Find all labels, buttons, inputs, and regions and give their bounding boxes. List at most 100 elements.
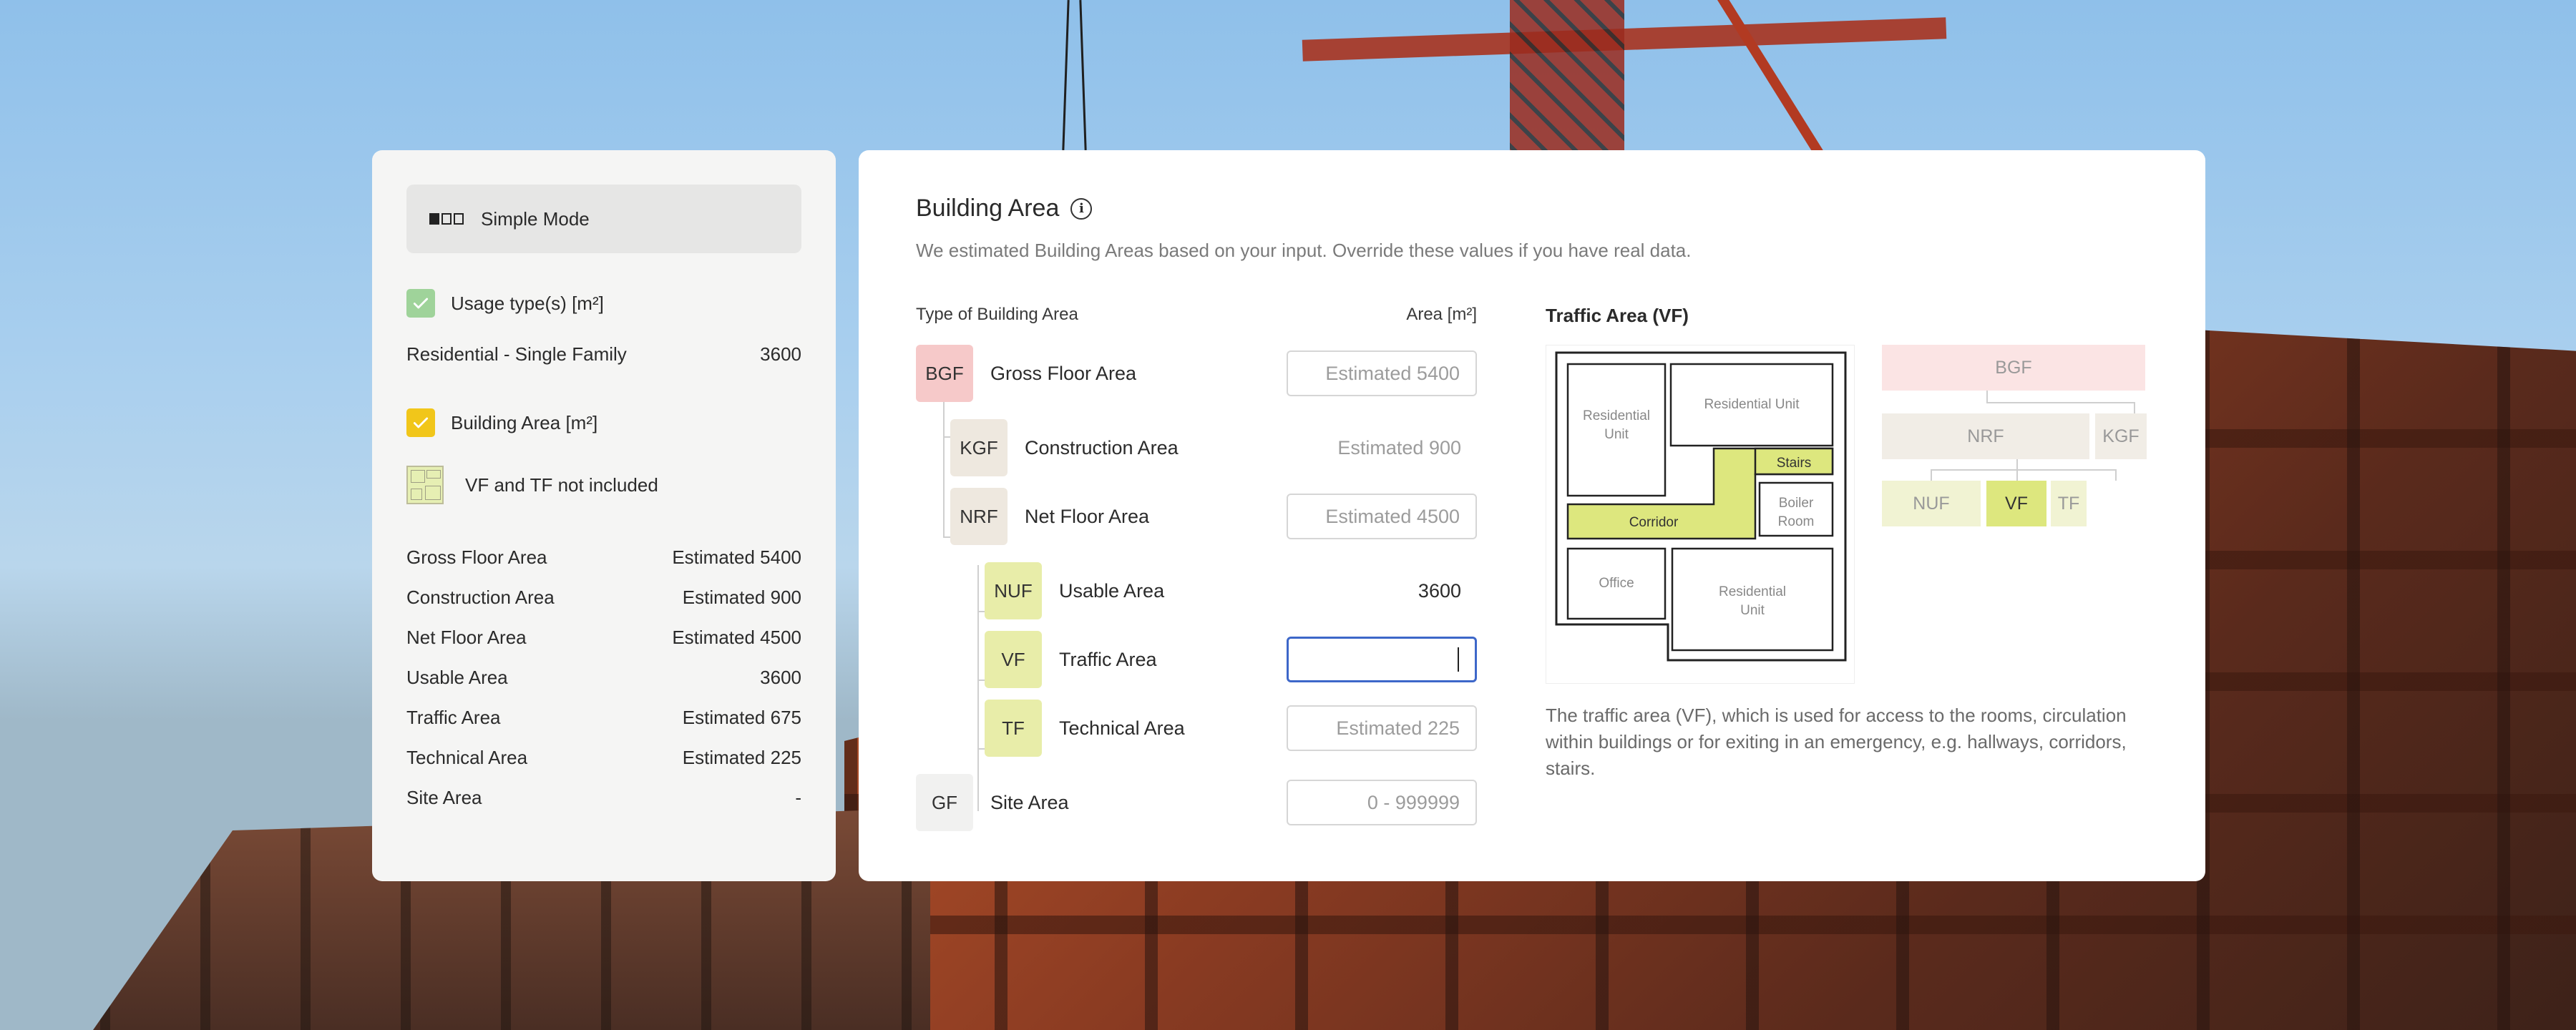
summary-label: Technical Area [406,746,528,768]
table-header: Type of Building Area Area [m²] [916,305,1477,333]
hier-connector [1986,402,2134,403]
room-residential-unit-bottom [1671,547,1834,652]
row-net-floor-area: NRF Net Floor Area [950,488,1149,545]
usage-check-icon[interactable] [406,289,435,318]
hier-connector [1931,469,1932,481]
site-area-input[interactable]: 0 - 999999 [1287,780,1477,825]
gross-floor-area-input[interactable]: Estimated 5400 [1287,350,1477,396]
row-gross-floor-area: BGF Gross Floor Area [916,345,1136,402]
building-section-header[interactable]: Building Area [m²] [406,408,801,437]
summary-value: Estimated 900 [682,586,801,608]
hier-bgf: BGF [1882,345,2145,391]
hier-tf: TF [2051,481,2087,526]
net-floor-area-input[interactable]: Estimated 4500 [1287,494,1477,539]
tag-tf: TF [985,700,1042,757]
building-check-icon[interactable] [406,408,435,437]
summary-panel: Simple Mode Usage type(s) [m²] Residenti… [372,150,836,881]
row-label: Gross Floor Area [990,362,1137,384]
technical-area-input[interactable]: Estimated 225 [1287,705,1477,751]
area-summary-list: Gross Floor Area Estimated 5400 Construc… [406,537,801,818]
row-construction-area: KGF Construction Area [950,419,1179,476]
row-label: Net Floor Area [1025,505,1150,527]
building-area-panel: Building Area i We estimated Building Ar… [859,150,2205,881]
usage-item-value: 3600 [760,343,801,365]
plan-label: Office [1599,576,1634,591]
summary-label: Net Floor Area [406,626,527,648]
explanation-title: Traffic Area (VF) [1546,305,1689,326]
summary-row-construction-area: Construction Area Estimated 900 [406,577,801,617]
usage-section-header[interactable]: Usage type(s) [m²] [406,289,801,318]
hier-kgf: KGF [2095,413,2147,459]
simple-mode-button[interactable]: Simple Mode [406,185,801,253]
row-label: Technical Area [1059,717,1185,739]
crane-cable [1062,0,1070,150]
summary-value: Estimated 225 [682,746,801,768]
construction-area-value: Estimated 900 [1337,436,1461,458]
building-heading: Building Area [m²] [451,411,598,433]
row-traffic-area: VF Traffic Area [985,631,1157,688]
tag-nuf: NUF [985,562,1042,619]
traffic-area-input[interactable] [1287,637,1477,682]
row-usable-area: NUF Usable Area [985,562,1164,619]
usage-item: Residential - Single Family 3600 [406,343,801,366]
summary-row-usable-area: Usable Area 3600 [406,657,801,697]
page-title-text: Building Area [916,195,1060,222]
row-label: Traffic Area [1059,648,1157,670]
hier-connector [2134,402,2135,413]
tree-connector [943,402,945,538]
summary-label: Site Area [406,786,482,808]
summary-value: - [795,786,801,808]
hier-vf: VF [1986,481,2046,526]
page-title: Building Area i [916,195,2148,222]
tag-vf: VF [985,631,1042,688]
floor-plan-svg: Residential Unit Residential Unit Stairs … [1555,351,1847,662]
floor-plan-diagram: Residential Unit Residential Unit Stairs … [1546,345,1855,684]
column-header-area: Area [m²] [1406,305,1477,324]
summary-row-site-area: Site Area - [406,778,801,818]
tag-gf: GF [916,774,973,831]
summary-label: Gross Floor Area [406,546,547,568]
column-header-type: Type of Building Area [916,305,1078,324]
vf-tf-note: VF and TF not included [406,466,801,504]
mode-icon [429,213,464,225]
plan-label: Residential Unit [1704,397,1800,412]
hier-connector [2016,469,2018,481]
row-label: Construction Area [1025,436,1179,458]
summary-row-net-floor-area: Net Floor Area Estimated 4500 [406,617,801,657]
summary-value: 3600 [760,666,801,688]
crane-cable [1079,0,1087,150]
summary-row-gross-floor-area: Gross Floor Area Estimated 5400 [406,537,801,577]
vf-tf-note-text: VF and TF not included [465,474,658,496]
plan-label: Stairs [1777,456,1812,471]
usage-heading: Usage type(s) [m²] [451,292,604,314]
summary-value: Estimated 4500 [672,626,801,648]
area-hierarchy-diagram: BGF NRF KGF NUF VF TF [1882,345,2148,531]
hier-nrf: NRF [1882,413,2089,459]
summary-label: Traffic Area [406,706,501,728]
summary-row-traffic-area: Traffic Area Estimated 675 [406,697,801,737]
area-explanation: Traffic Area (VF) Residential Unit Resid… [1546,305,2148,779]
info-icon[interactable]: i [1070,197,1093,220]
hier-nuf: NUF [1882,481,1981,526]
hier-connector [2115,469,2117,481]
hier-connector [1931,469,2117,471]
usable-area-value: 3600 [1418,579,1461,602]
summary-label: Usable Area [406,666,508,688]
row-label: Site Area [990,791,1069,813]
summary-value: Estimated 675 [682,706,801,728]
row-technical-area: TF Technical Area [985,700,1185,757]
page-subtitle: We estimated Building Areas based on you… [916,240,1692,261]
summary-label: Construction Area [406,586,555,608]
text-caret [1458,647,1459,672]
area-table: Type of Building Area Area [m²] BGF Gros… [916,305,1477,831]
mode-label: Simple Mode [481,207,590,230]
tag-bgf: BGF [916,345,973,402]
usage-item-label: Residential - Single Family [406,343,627,365]
summary-row-technical-area: Technical Area Estimated 225 [406,737,801,778]
crane-jib [1302,17,1947,62]
row-site-area: GF Site Area [916,774,1069,831]
explanation-text: The traffic area (VF), which is used for… [1546,705,2127,779]
floor-plan-icon [406,466,444,504]
row-label: Usable Area [1059,579,1165,602]
summary-value: Estimated 5400 [672,546,801,568]
